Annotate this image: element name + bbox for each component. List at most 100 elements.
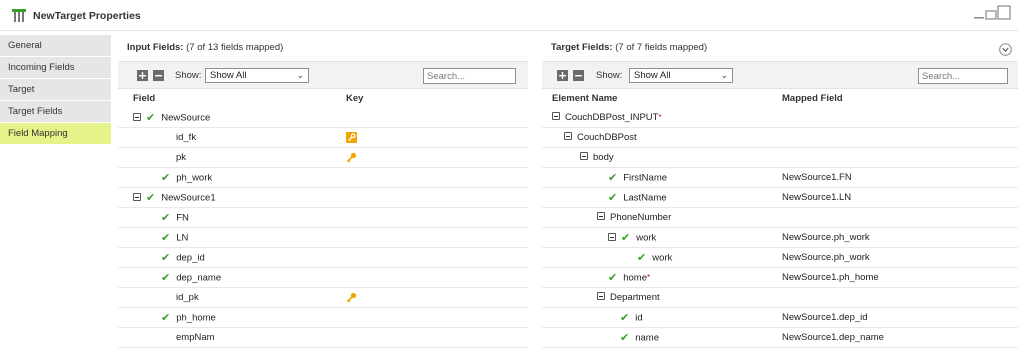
sidebar-item-target-fields[interactable]: Target Fields bbox=[0, 101, 111, 123]
chevron-down-icon: ⌄ bbox=[296, 70, 304, 80]
table-row[interactable]: CouchDBPost_INPUT* bbox=[542, 108, 1018, 128]
mapped-field-cell: NewSource.ph_work bbox=[782, 232, 870, 243]
field-name-cell: id_fk bbox=[176, 128, 196, 148]
collapse-panel-icon[interactable] bbox=[999, 43, 1012, 56]
table-row[interactable]: ✔ FirstName NewSource1.FN bbox=[542, 168, 1018, 188]
table-row[interactable]: ✔ FN bbox=[118, 208, 528, 228]
field-name: FN bbox=[176, 212, 189, 224]
foreign-key-icon bbox=[346, 132, 357, 143]
table-row[interactable]: PhoneNumber bbox=[542, 208, 1018, 228]
mapped-check-icon: ✔ bbox=[146, 192, 156, 204]
sidebar-item-incoming-fields[interactable]: Incoming Fields bbox=[0, 57, 111, 79]
table-row[interactable]: ✔ NewSource1 bbox=[118, 188, 528, 208]
table-row[interactable]: empNam bbox=[118, 328, 528, 348]
table-row[interactable]: ✔ NewSource bbox=[118, 108, 528, 128]
field-name-cell: ✔ NewSource bbox=[133, 108, 210, 129]
field-name-cell: body bbox=[580, 148, 614, 168]
target-search-input[interactable] bbox=[918, 68, 1008, 84]
field-name: ph_home bbox=[176, 312, 216, 324]
mapped-check-icon: ✔ bbox=[161, 272, 171, 284]
table-row[interactable]: CouchDBPost bbox=[542, 128, 1018, 148]
column-header-key: Key bbox=[346, 93, 364, 104]
field-name-cell: ✔ ph_work bbox=[161, 168, 212, 189]
target-fields-grid: Element Name Mapped Field CouchDBPost_IN… bbox=[542, 89, 1018, 348]
input-fields-panel: Input Fields: (7 of 13 fields mapped) Sh… bbox=[118, 35, 528, 352]
input-fields-title: Input Fields: bbox=[127, 42, 184, 53]
sidebar-item-general[interactable]: General bbox=[0, 35, 111, 57]
field-name-cell: ✔ id bbox=[620, 308, 643, 329]
collapse-toggle-icon[interactable] bbox=[608, 233, 616, 241]
field-name: LN bbox=[176, 232, 189, 244]
collapse-toggle-icon[interactable] bbox=[597, 292, 605, 301]
table-row[interactable]: ✔ work NewSource.ph_work bbox=[542, 228, 1018, 248]
table-row[interactable]: ✔ home* NewSource1.ph_home bbox=[542, 268, 1018, 288]
table-row[interactable]: ✔ LastName NewSource1.LN bbox=[542, 188, 1018, 208]
maximize-icon[interactable] bbox=[997, 5, 1011, 20]
input-fields-grid: Field Key ✔ NewSource id_fk pk ✔ ph_work ✔ NewS… bbox=[118, 89, 528, 348]
restore-icon[interactable] bbox=[985, 10, 997, 20]
table-row[interactable]: ✔ dep_id bbox=[118, 248, 528, 268]
sidebar-item-target[interactable]: Target bbox=[0, 79, 111, 101]
table-row[interactable]: ✔ ph_work bbox=[118, 168, 528, 188]
target-fields-panel: Target Fields: (7 of 7 fields mapped) Sh… bbox=[542, 35, 1018, 352]
collapse-all-icon[interactable] bbox=[573, 70, 584, 81]
mapped-check-icon: ✔ bbox=[161, 172, 171, 184]
field-name-cell: ✔ FN bbox=[161, 208, 189, 229]
field-name-cell: pk bbox=[176, 148, 186, 168]
sidebar: General Incoming Fields Target Target Fi… bbox=[0, 35, 111, 352]
collapse-toggle-icon[interactable] bbox=[133, 193, 141, 201]
column-header-mapped-field: Mapped Field bbox=[782, 93, 843, 104]
table-icon bbox=[12, 9, 26, 22]
field-name: work bbox=[652, 252, 673, 264]
sidebar-item-field-mapping[interactable]: Field Mapping bbox=[0, 123, 111, 145]
show-filter-value: Show All bbox=[634, 70, 671, 81]
field-name-cell: id_pk bbox=[176, 288, 199, 308]
minimize-icon[interactable] bbox=[974, 17, 984, 19]
collapse-toggle-icon[interactable] bbox=[552, 112, 560, 121]
table-row[interactable]: id_fk bbox=[118, 128, 528, 148]
field-name-cell: Department bbox=[597, 288, 660, 308]
input-fields-header: Input Fields: (7 of 13 fields mapped) bbox=[118, 35, 528, 61]
window-controls bbox=[974, 5, 1011, 20]
expand-all-icon[interactable] bbox=[557, 70, 568, 81]
mapped-check-icon: ✔ bbox=[620, 312, 630, 324]
show-filter-select[interactable]: Show All ⌄ bbox=[629, 68, 733, 83]
field-name-cell: ✔ FirstName bbox=[608, 168, 667, 189]
table-row[interactable]: Department bbox=[542, 288, 1018, 308]
target-fields-header: Target Fields: (7 of 7 fields mapped) bbox=[542, 35, 1018, 61]
required-marker: * bbox=[646, 273, 651, 282]
table-row[interactable]: ✔ work NewSource.ph_work bbox=[542, 248, 1018, 268]
primary-key-icon bbox=[346, 152, 357, 163]
table-row[interactable]: ✔ LN bbox=[118, 228, 528, 248]
table-row[interactable]: id_pk bbox=[118, 288, 528, 308]
collapse-toggle-icon[interactable] bbox=[580, 152, 588, 161]
expand-all-icon[interactable] bbox=[137, 70, 148, 81]
table-row[interactable]: pk bbox=[118, 148, 528, 168]
field-name: NewSource1 bbox=[161, 192, 216, 204]
field-name-cell: ✔ LN bbox=[161, 228, 188, 249]
field-name-cell: ✔ home* bbox=[608, 268, 650, 289]
table-row[interactable]: ✔ ph_home bbox=[118, 308, 528, 328]
table-row[interactable]: ✔ name NewSource1.dep_name bbox=[542, 328, 1018, 348]
show-filter-select[interactable]: Show All ⌄ bbox=[205, 68, 309, 83]
input-search-input[interactable] bbox=[423, 68, 516, 84]
field-name: dep_name bbox=[176, 272, 222, 284]
collapse-toggle-icon[interactable] bbox=[597, 212, 605, 221]
collapse-toggle-icon[interactable] bbox=[133, 113, 141, 121]
table-row[interactable]: ✔ id NewSource1.dep_id bbox=[542, 308, 1018, 328]
primary-key-icon bbox=[346, 292, 357, 303]
table-row[interactable]: body bbox=[542, 148, 1018, 168]
mapped-check-icon: ✔ bbox=[608, 192, 618, 204]
input-grid-header: Field Key bbox=[118, 89, 528, 108]
collapse-toggle-icon[interactable] bbox=[564, 132, 572, 141]
table-row[interactable]: ✔ dep_name bbox=[118, 268, 528, 288]
field-name: LastName bbox=[623, 192, 667, 204]
field-name-cell: CouchDBPost_INPUT* bbox=[552, 108, 662, 128]
window-title: NewTarget Properties bbox=[33, 10, 141, 22]
mapped-check-icon: ✔ bbox=[621, 232, 631, 244]
mapped-check-icon: ✔ bbox=[608, 272, 618, 284]
field-name-cell: ✔ NewSource1 bbox=[133, 188, 216, 209]
collapse-all-icon[interactable] bbox=[153, 70, 164, 81]
target-fields-title: Target Fields: bbox=[551, 42, 613, 53]
field-name-cell: CouchDBPost bbox=[564, 128, 637, 148]
